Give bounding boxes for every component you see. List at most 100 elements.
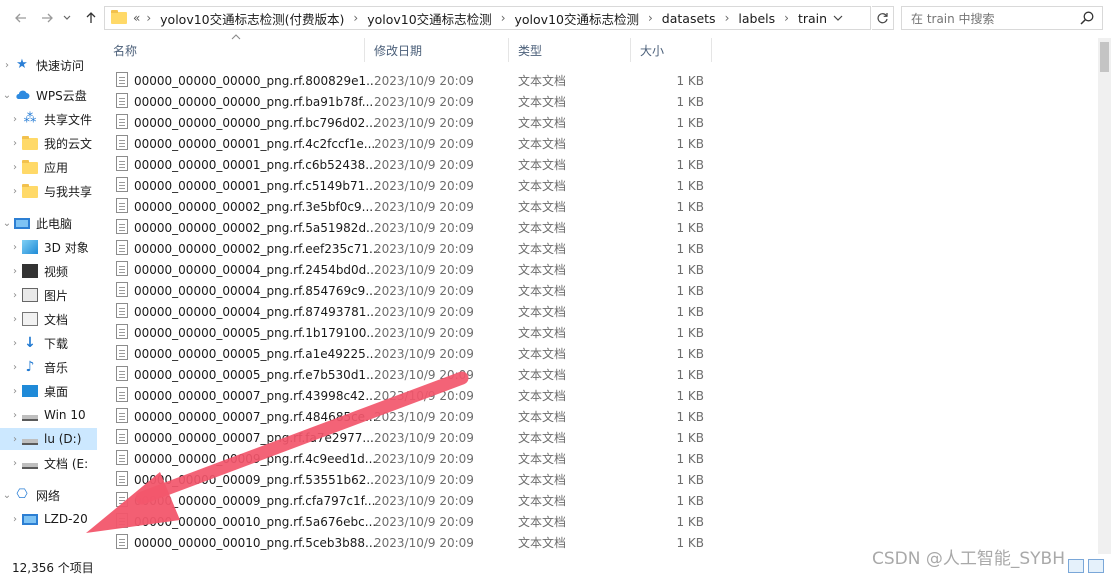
chevron-right-icon[interactable]: ›: [8, 186, 22, 197]
file-name: 00000_00000_00010_png.rf.5ceb3b88...: [134, 535, 377, 550]
up-button[interactable]: [80, 7, 102, 29]
chevron-right-icon[interactable]: ›: [8, 458, 22, 469]
file-row[interactable]: 00000_00000_00005_png.rf.e7b530d1... 2023…: [104, 364, 714, 385]
file-row[interactable]: 00000_00000_00009_png.rf.4c9eed1d... 2023…: [104, 448, 714, 469]
nav-item[interactable]: › 与我共享: [0, 180, 97, 202]
file-row[interactable]: 00000_00000_00005_png.rf.1b179100... 2023…: [104, 322, 714, 343]
scrollbar-thumb[interactable]: [1100, 42, 1109, 72]
file-row[interactable]: 00000_00000_00007_png.rf.43998c42... 2023…: [104, 385, 714, 406]
chevron-right-icon[interactable]: ›: [8, 242, 22, 253]
file-row[interactable]: 00000_00000_00002_png.rf.5a51982d... 2023…: [104, 217, 714, 238]
large-icons-view-button[interactable]: [1088, 559, 1104, 573]
nav-item[interactable]: › LZD-20: [0, 508, 97, 530]
nav-item[interactable]: ⌄ WPS云盘: [0, 84, 97, 106]
back-button[interactable]: [10, 7, 32, 29]
chevron-right-icon[interactable]: ›: [8, 410, 22, 421]
file-row[interactable]: 00000_00000_00007_png.rf.fa7e2977... 2023…: [104, 427, 714, 448]
search-placeholder: 在 train 中搜索: [911, 11, 995, 26]
file-row[interactable]: 00000_00000_00002_png.rf.3e5bf0c9... 2023…: [104, 196, 714, 217]
file-row[interactable]: 00000_00000_00009_png.rf.53551b62... 2023…: [104, 469, 714, 490]
file-row[interactable]: 00000_00000_00002_png.rf.eef235c71... 202…: [104, 238, 714, 259]
chevron-right-icon[interactable]: ›: [8, 362, 22, 373]
chevron-right-icon[interactable]: ›: [8, 162, 22, 173]
file-row[interactable]: 00000_00000_00000_png.rf.800829e1... 2023…: [104, 70, 714, 91]
file-row[interactable]: 00000_00000_00001_png.rf.c5149b71... 2023…: [104, 175, 714, 196]
chevron-down-icon[interactable]: ⌄: [0, 90, 14, 101]
file-name: 00000_00000_00009_png.rf.cfa797c1f...: [134, 493, 376, 508]
file-type: 文本文档: [518, 431, 567, 445]
recent-locations-button[interactable]: [58, 7, 76, 29]
breadcrumb-overflow[interactable]: «: [133, 11, 140, 25]
file-row[interactable]: 00000_00000_00010_png.rf.5ceb3b88... 2023…: [104, 532, 714, 553]
chevron-right-icon[interactable]: ›: [8, 434, 22, 445]
column-header-date[interactable]: 修改日期: [365, 38, 509, 62]
file-name: 00000_00000_00000_png.rf.bc796d02...: [134, 115, 377, 130]
file-row[interactable]: 00000_00000_00001_png.rf.4c2fccf1e... 202…: [104, 133, 714, 154]
nav-item[interactable]: › Win 10: [0, 404, 97, 426]
nav-item[interactable]: › ⁂ 共享文件: [0, 108, 97, 130]
chevron-down-icon[interactable]: ⌄: [0, 218, 14, 229]
address-bar[interactable]: « › yolov10交通标志检测(付费版本) › yolov10交通标志检测 …: [104, 6, 871, 30]
forward-button[interactable]: [36, 7, 58, 29]
file-row[interactable]: 00000_00000_00000_png.rf.ba91b78f... 2023…: [104, 91, 714, 112]
breadcrumb-item[interactable]: yolov10交通标志检测(付费版本): [160, 9, 344, 28]
nav-item[interactable]: › ↓ 下载: [0, 332, 97, 354]
chevron-right-icon[interactable]: ›: [8, 290, 22, 301]
address-dropdown-button[interactable]: [832, 10, 844, 29]
nav-item[interactable]: › 文档: [0, 308, 97, 330]
column-header-size[interactable]: 大小: [631, 38, 712, 62]
refresh-button[interactable]: [872, 6, 894, 30]
nav-item[interactable]: › 我的云文: [0, 132, 97, 154]
nav-item[interactable]: ⌄ ⎔ 网络: [0, 484, 97, 506]
view-mode-switcher: [1068, 559, 1108, 575]
chevron-right-icon[interactable]: ›: [8, 138, 22, 149]
file-name: 00000_00000_00001_png.rf.c5149b71...: [134, 178, 377, 193]
chevron-down-icon[interactable]: ⌄: [0, 490, 14, 501]
file-row[interactable]: 00000_00000_00004_png.rf.854769c9... 2023…: [104, 280, 714, 301]
file-row[interactable]: 00000_00000_00005_png.rf.a1e49225... 2023…: [104, 343, 714, 364]
breadcrumb-item[interactable]: datasets: [662, 11, 716, 26]
chevron-down-icon: [833, 15, 843, 21]
nav-item[interactable]: › 应用: [0, 156, 97, 178]
nav-item[interactable]: ⌄ 此电脑: [0, 212, 97, 234]
pc-icon: [14, 217, 30, 229]
nav-item-label: WPS云盘: [36, 88, 87, 103]
chevron-right-icon[interactable]: ›: [0, 60, 14, 71]
column-header-type[interactable]: 类型: [509, 38, 631, 62]
details-view-button[interactable]: [1068, 559, 1084, 573]
breadcrumb-item[interactable]: labels: [738, 11, 775, 26]
nav-item[interactable]: › 图片: [0, 284, 97, 306]
file-row[interactable]: 00000_00000_00007_png.rf.484685ce... 2023…: [104, 406, 714, 427]
file-size: 1 KB: [676, 262, 704, 277]
search-input[interactable]: 在 train 中搜索: [901, 6, 1103, 30]
text-file-icon: [116, 156, 128, 171]
file-row[interactable]: 00000_00000_00004_png.rf.2454bd0d... 2023…: [104, 259, 714, 280]
file-row[interactable]: 00000_00000_00004_png.rf.87493781... 2023…: [104, 301, 714, 322]
chevron-right-icon[interactable]: ›: [8, 514, 22, 525]
file-row[interactable]: 00000_00000_00009_png.rf.cfa797c1f... 202…: [104, 490, 714, 511]
column-header-name[interactable]: 名称: [104, 38, 365, 62]
nav-item[interactable]: › 3D 对象: [0, 236, 97, 258]
nav-item[interactable]: › lu (D:): [0, 428, 97, 450]
chevron-right-icon[interactable]: ›: [8, 338, 22, 349]
file-modified-date: 2023/10/9 20:09: [374, 178, 474, 193]
vertical-scrollbar[interactable]: [1098, 38, 1111, 554]
nav-item-label: 共享文件: [44, 112, 93, 127]
file-row[interactable]: 00000_00000_00001_png.rf.c6b52438... 2023…: [104, 154, 714, 175]
chevron-right-icon[interactable]: ›: [8, 386, 22, 397]
nav-item[interactable]: › ★ 快速访问: [0, 54, 97, 76]
breadcrumb-item[interactable]: yolov10交通标志检测: [367, 9, 491, 28]
breadcrumb-item[interactable]: yolov10交通标志检测: [515, 9, 639, 28]
nav-item[interactable]: › ♪ 音乐: [0, 356, 97, 378]
nav-item[interactable]: › 视频: [0, 260, 97, 282]
nav-item-label: 网络: [36, 488, 61, 503]
file-row[interactable]: 00000_00000_00010_png.rf.5a676ebc... 2023…: [104, 511, 714, 532]
nav-item[interactable]: › 桌面: [0, 380, 97, 402]
chevron-right-icon[interactable]: ›: [8, 266, 22, 277]
chevron-right-icon[interactable]: ›: [8, 114, 22, 125]
nav-item[interactable]: › 文档 (E:: [0, 452, 97, 474]
breadcrumb-item-current[interactable]: train: [798, 11, 827, 26]
file-size: 1 KB: [676, 157, 704, 172]
file-row[interactable]: 00000_00000_00000_png.rf.bc796d02... 2023…: [104, 112, 714, 133]
chevron-right-icon[interactable]: ›: [8, 314, 22, 325]
